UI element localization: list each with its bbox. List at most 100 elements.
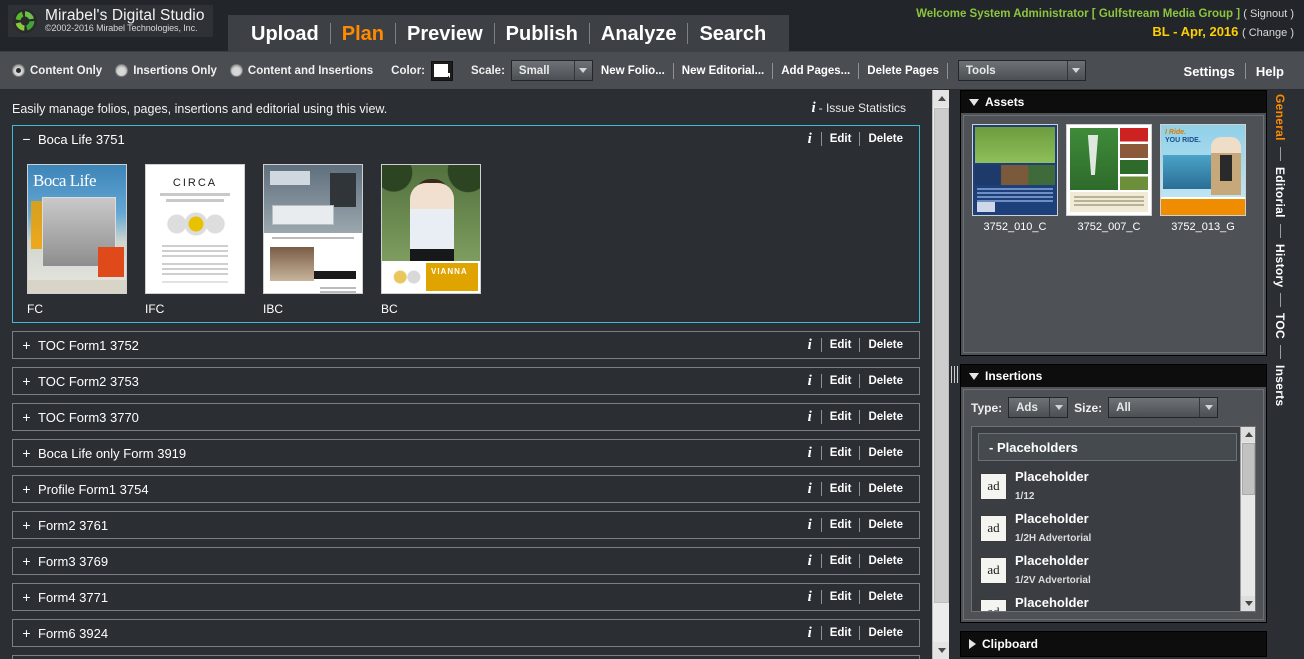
insertion-list-item[interactable]: ad Placeholder 1/3 Square: [972, 591, 1255, 612]
scale-dropdown[interactable]: Small: [511, 60, 593, 81]
nav-item-upload[interactable]: Upload: [240, 21, 330, 47]
info-icon[interactable]: i: [804, 337, 821, 354]
tab-editorial[interactable]: Editorial: [1273, 165, 1287, 220]
folio-row-boca-life-only-form-3919[interactable]: + Boca Life only Form 3919 i Edit Delete: [12, 439, 920, 467]
folio-row-form2-3761[interactable]: + Form2 3761 i Edit Delete: [12, 511, 920, 539]
size-dropdown[interactable]: All: [1108, 397, 1218, 418]
page-thumbnail[interactable]: Boca Life: [27, 164, 127, 294]
scrollbar-thumb[interactable]: [934, 108, 949, 603]
folio-row-boca-life-3751[interactable]: − Boca Life 3751 i Edit Delete Boca Life: [12, 125, 920, 323]
info-icon[interactable]: i: [804, 445, 821, 462]
nav-item-publish[interactable]: Publish: [495, 21, 589, 47]
type-dropdown[interactable]: Ads: [1008, 397, 1068, 418]
app-logo[interactable]: Mirabel's Digital Studio ©2002-2016 Mira…: [8, 5, 213, 37]
scroll-down-icon[interactable]: [933, 642, 950, 659]
scroll-down-icon[interactable]: [1241, 596, 1256, 611]
edit-button[interactable]: Edit: [822, 591, 860, 603]
new-editorial-button[interactable]: New Editorial...: [674, 65, 772, 77]
edit-button[interactable]: Edit: [822, 339, 860, 351]
expand-toggle-icon[interactable]: +: [22, 481, 31, 497]
delete-button[interactable]: Delete: [860, 591, 911, 603]
info-icon[interactable]: i: [804, 553, 821, 570]
clipboard-panel-header[interactable]: Clipboard: [961, 632, 1266, 656]
scrollbar-thumb[interactable]: [1242, 443, 1255, 495]
settings-button[interactable]: Settings: [1174, 64, 1245, 79]
page-thumbnail[interactable]: VIANNA: [381, 164, 481, 294]
info-icon[interactable]: i: [804, 373, 821, 390]
info-icon[interactable]: i: [804, 517, 821, 534]
scroll-up-icon[interactable]: [1241, 427, 1256, 442]
folio-row-toc-form2-3753[interactable]: + TOC Form2 3753 i Edit Delete: [12, 367, 920, 395]
page-thumbnail[interactable]: [263, 164, 363, 294]
edit-button[interactable]: Edit: [822, 375, 860, 387]
expand-toggle-icon[interactable]: +: [22, 553, 31, 569]
info-icon[interactable]: i: [804, 589, 821, 606]
delete-button[interactable]: Delete: [860, 483, 911, 495]
new-folio-button[interactable]: New Folio...: [593, 65, 673, 77]
info-icon[interactable]: i: [804, 131, 821, 148]
delete-pages-button[interactable]: Delete Pages: [859, 65, 947, 77]
page-thumbnail[interactable]: CIRCA: [145, 164, 245, 294]
edit-button[interactable]: Edit: [822, 627, 860, 639]
folio-row-form6-3924[interactable]: + Form6 3924 i Edit Delete: [12, 619, 920, 647]
tab-toc[interactable]: TOC: [1273, 311, 1287, 341]
delete-button[interactable]: Delete: [860, 519, 911, 531]
folio-row-toc-form3-3770[interactable]: + TOC Form3 3770 i Edit Delete: [12, 403, 920, 431]
radio-content-only[interactable]: Content Only: [12, 64, 102, 77]
issue-statistics-link[interactable]: i - Issue Statistics: [811, 100, 920, 117]
asset-thumbnail[interactable]: [1066, 124, 1152, 216]
asset-thumbnail[interactable]: [972, 124, 1058, 216]
nav-item-preview[interactable]: Preview: [396, 21, 494, 47]
insertion-list-item[interactable]: ad Placeholder 1/12: [972, 465, 1255, 507]
nav-item-plan[interactable]: Plan: [331, 21, 395, 47]
expand-toggle-icon[interactable]: +: [22, 373, 31, 389]
edit-button[interactable]: Edit: [822, 447, 860, 459]
edit-button[interactable]: Edit: [822, 411, 860, 423]
edit-button[interactable]: Edit: [822, 555, 860, 567]
main-vertical-scrollbar[interactable]: [932, 90, 949, 659]
delete-button[interactable]: Delete: [860, 339, 911, 351]
folio-row-form4-3771[interactable]: + Form4 3771 i Edit Delete: [12, 583, 920, 611]
radio-content-and-insertions[interactable]: Content and Insertions: [230, 64, 373, 77]
nav-item-search[interactable]: Search: [688, 21, 777, 47]
insertion-list-item[interactable]: ad Placeholder 1/2V Advertorial: [972, 549, 1255, 591]
tab-general[interactable]: General: [1273, 92, 1287, 143]
collapse-toggle-icon[interactable]: −: [22, 131, 31, 147]
expand-toggle-icon[interactable]: +: [22, 625, 31, 641]
folio-row-toc-form1-3752[interactable]: + TOC Form1 3752 i Edit Delete: [12, 331, 920, 359]
tools-dropdown[interactable]: Tools: [958, 60, 1086, 81]
add-pages-button[interactable]: Add Pages...: [773, 65, 858, 77]
edit-button[interactable]: Edit: [822, 133, 860, 145]
radio-insertions-only[interactable]: Insertions Only: [115, 64, 217, 77]
delete-button[interactable]: Delete: [860, 627, 911, 639]
assets-panel-header[interactable]: Assets: [961, 91, 1266, 113]
asset-thumbnail[interactable]: I Ride.YOU RIDE.: [1160, 124, 1246, 216]
folio-row-form3-3769[interactable]: + Form3 3769 i Edit Delete: [12, 547, 920, 575]
expand-toggle-icon[interactable]: +: [22, 517, 31, 533]
change-issue-link[interactable]: ( Change ): [1242, 27, 1294, 39]
edit-button[interactable]: Edit: [822, 519, 860, 531]
delete-button[interactable]: Delete: [860, 133, 911, 145]
expand-toggle-icon[interactable]: +: [22, 589, 31, 605]
folio-row-profile-form1-3754[interactable]: + Profile Form1 3754 i Edit Delete: [12, 475, 920, 503]
edit-button[interactable]: Edit: [822, 483, 860, 495]
folio-row-form5-3825[interactable]: + Form5 3825 i Edit Delete: [12, 655, 920, 659]
expand-toggle-icon[interactable]: +: [22, 445, 31, 461]
help-button[interactable]: Help: [1246, 64, 1294, 79]
color-picker-swatch[interactable]: [431, 61, 453, 81]
insertions-panel-header[interactable]: Insertions: [961, 365, 1266, 387]
expand-toggle-icon[interactable]: +: [22, 409, 31, 425]
tab-history[interactable]: History: [1273, 242, 1287, 289]
info-icon[interactable]: i: [804, 409, 821, 426]
scroll-up-icon[interactable]: [933, 90, 950, 107]
signout-link[interactable]: ( Signout ): [1243, 8, 1294, 20]
nav-item-analyze[interactable]: Analyze: [590, 21, 688, 47]
tab-inserts[interactable]: Inserts: [1273, 363, 1287, 408]
insertions-scrollbar[interactable]: [1240, 427, 1255, 611]
delete-button[interactable]: Delete: [860, 375, 911, 387]
delete-button[interactable]: Delete: [860, 447, 911, 459]
insertions-group-placeholders[interactable]: - Placeholders: [978, 433, 1237, 461]
expand-toggle-icon[interactable]: +: [22, 337, 31, 353]
delete-button[interactable]: Delete: [860, 555, 911, 567]
pane-splitter-handle[interactable]: [949, 90, 960, 659]
